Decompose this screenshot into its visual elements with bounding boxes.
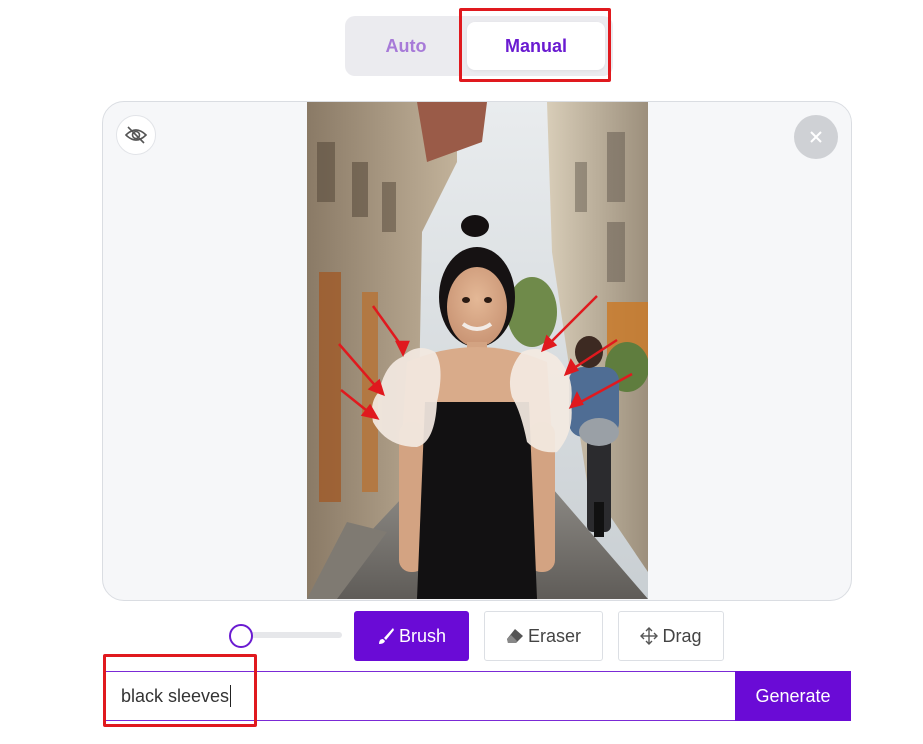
generate-button[interactable]: Generate (735, 671, 851, 721)
mode-manual-button[interactable]: Manual (467, 22, 605, 70)
eye-slash-icon (124, 126, 148, 144)
brush-icon (378, 628, 394, 644)
prompt-input-value: black sleeves (121, 685, 230, 706)
brush-size-slider-thumb[interactable] (229, 624, 253, 648)
street-photo (307, 102, 648, 599)
app-page: Auto Manual Brush Eraser Drag black slee… (0, 0, 923, 744)
editor-canvas[interactable] (102, 101, 852, 601)
text-caret (230, 685, 232, 707)
mode-toggle: Auto Manual (345, 16, 613, 76)
close-icon (810, 131, 822, 143)
move-arrows-icon (640, 627, 659, 645)
eraser-tool-button[interactable]: Eraser (484, 611, 603, 661)
brush-tool-button[interactable]: Brush (354, 611, 469, 661)
photo-canvas[interactable] (307, 102, 648, 599)
prompt-input[interactable]: black sleeves (104, 671, 736, 721)
toggle-mask-visibility-button[interactable] (116, 115, 156, 155)
eraser-icon (506, 629, 523, 643)
drag-tool-button[interactable]: Drag (618, 611, 724, 661)
close-button[interactable] (794, 115, 838, 159)
drag-tool-label: Drag (662, 625, 702, 646)
mode-auto-button[interactable]: Auto (345, 16, 467, 76)
brush-size-slider[interactable] (242, 632, 342, 638)
brush-tool-label: Brush (398, 625, 447, 646)
eraser-tool-label: Eraser (527, 625, 581, 646)
